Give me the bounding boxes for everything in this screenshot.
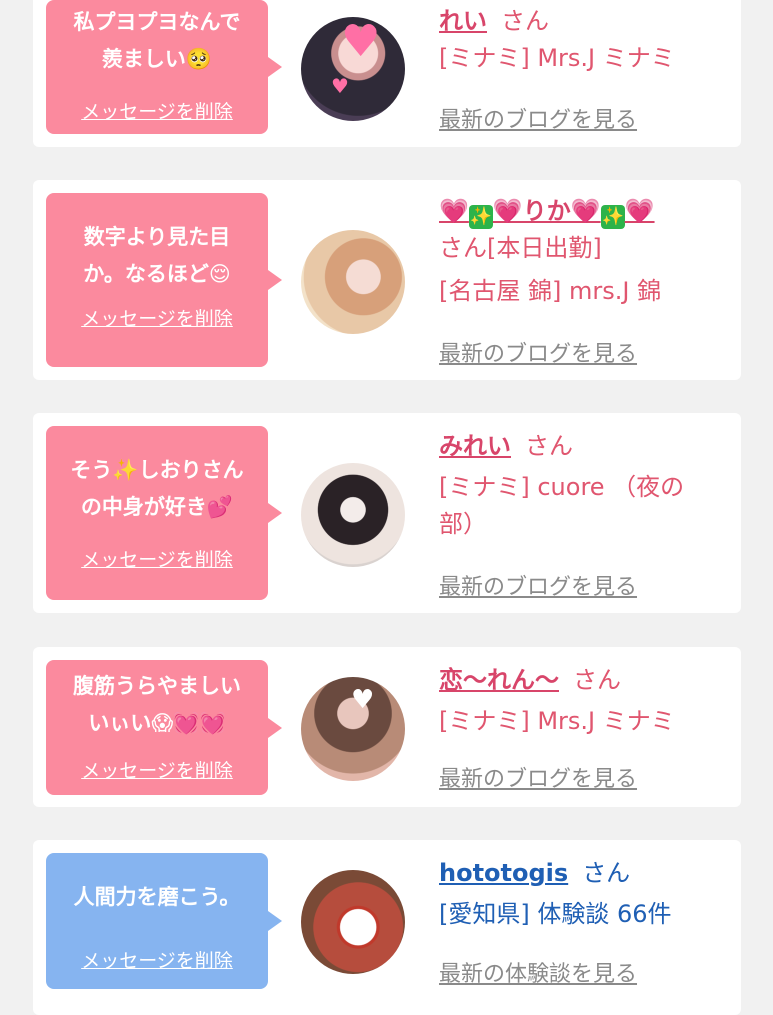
profile-info: 恋〜れん〜 さん [ミナミ] Mrs.J ミナミ — [439, 661, 739, 740]
sparkle-icon: ✨ — [468, 205, 493, 229]
message-text: 私プヨプヨなんで 羨ましい🥺 — [73, 10, 241, 71]
message-bubble: 数字より見た目 か。なるほど😌 メッセージを削除 — [46, 193, 282, 367]
profile-info: 💗✨💗りか💗✨💗 さん[本日出勤] [名古屋 錦] mrs.J 錦 — [439, 192, 739, 310]
message-text: 数字より見た目 か。なるほど😌 — [83, 225, 231, 286]
shop-name: [名古屋 錦] mrs.J 錦 — [439, 277, 662, 305]
message-card: 人間力を磨こう。 メッセージを削除 hototogis さん [愛知県] 体験談 … — [33, 840, 741, 1015]
shop-name: [ミナミ] cuore （夜の 部） — [439, 473, 685, 538]
shop-name: [ミナミ] Mrs.J ミナミ — [439, 707, 675, 735]
message-text: そう✨しおりさん の中身が好き💕 — [70, 458, 244, 519]
delete-message-link[interactable]: メッセージを削除 — [46, 545, 268, 572]
delete-message-link[interactable]: メッセージを削除 — [46, 756, 268, 783]
name-suffix: さん — [573, 666, 621, 694]
profile-name-link[interactable]: 💗✨💗りか💗✨💗 — [439, 197, 655, 229]
avatar[interactable]: ♥ — [301, 677, 405, 781]
name-suffix: さん[本日出勤] — [439, 234, 602, 262]
name-suffix: さん — [582, 859, 631, 887]
avatar[interactable] — [301, 870, 405, 974]
message-card: 私プヨプヨなんで 羨ましい🥺 メッセージを削除 ♥ ♥ れい さん [ミナミ] M… — [33, 0, 741, 147]
name-suffix: さん — [501, 7, 549, 35]
profile-info: hototogis さん [愛知県] 体験談 66件 — [439, 854, 739, 933]
shop-name: [ミナミ] Mrs.J ミナミ — [439, 44, 675, 72]
message-card: 数字より見た目 か。なるほど😌 メッセージを削除 💗✨💗りか💗✨💗 さん[本日出… — [33, 180, 741, 380]
profile-name-link[interactable]: れい — [439, 7, 487, 35]
message-text: 人間力を磨こう。 — [73, 885, 241, 909]
profile-name-link[interactable]: みれい — [439, 432, 511, 460]
heart-sticker-icon: ♥ — [331, 74, 349, 98]
avatar[interactable] — [301, 463, 405, 567]
message-text: 腹筋うらやましい いぃい😱💓💓 — [73, 674, 241, 735]
latest-blog-link[interactable]: 最新のブログを見る — [439, 102, 637, 134]
message-bubble: 人間力を磨こう。 メッセージを削除 — [46, 853, 282, 989]
profile-name-link[interactable]: 恋〜れん〜 — [439, 666, 559, 694]
latest-blog-link[interactable]: 最新のブログを見る — [439, 336, 637, 368]
message-card: 腹筋うらやましい いぃい😱💓💓 メッセージを削除 ♥ 恋〜れん〜 さん [ミナミ]… — [33, 647, 741, 807]
avatar[interactable] — [301, 230, 405, 334]
latest-blog-link[interactable]: 最新のブログを見る — [439, 761, 637, 793]
profile-info: れい さん [ミナミ] Mrs.J ミナミ — [439, 2, 739, 77]
profile-info: みれい さん [ミナミ] cuore （夜の 部） — [439, 427, 739, 543]
message-bubble: そう✨しおりさん の中身が好き💕 メッセージを削除 — [46, 426, 282, 600]
message-card: そう✨しおりさん の中身が好き💕 メッセージを削除 みれい さん [ミナミ] cu… — [33, 413, 741, 613]
latest-review-link[interactable]: 最新の体験談を見る — [439, 956, 637, 988]
message-bubble: 私プヨプヨなんで 羨ましい🥺 メッセージを削除 — [46, 0, 282, 134]
latest-blog-link[interactable]: 最新のブログを見る — [439, 569, 637, 601]
heart-sticker-icon: ♥ — [351, 685, 375, 715]
avatar[interactable]: ♥ ♥ — [301, 17, 405, 121]
delete-message-link[interactable]: メッセージを削除 — [46, 97, 268, 124]
review-count: [愛知県] 体験談 66件 — [439, 900, 672, 928]
message-bubble: 腹筋うらやましい いぃい😱💓💓 メッセージを削除 — [46, 660, 282, 795]
heart-sticker-icon: ♥ — [341, 17, 381, 67]
name-suffix: さん — [525, 432, 573, 460]
profile-name-link[interactable]: hototogis — [439, 859, 568, 887]
sparkle-icon: ✨ — [600, 205, 625, 229]
delete-message-link[interactable]: メッセージを削除 — [46, 304, 268, 331]
delete-message-link[interactable]: メッセージを削除 — [46, 946, 268, 973]
